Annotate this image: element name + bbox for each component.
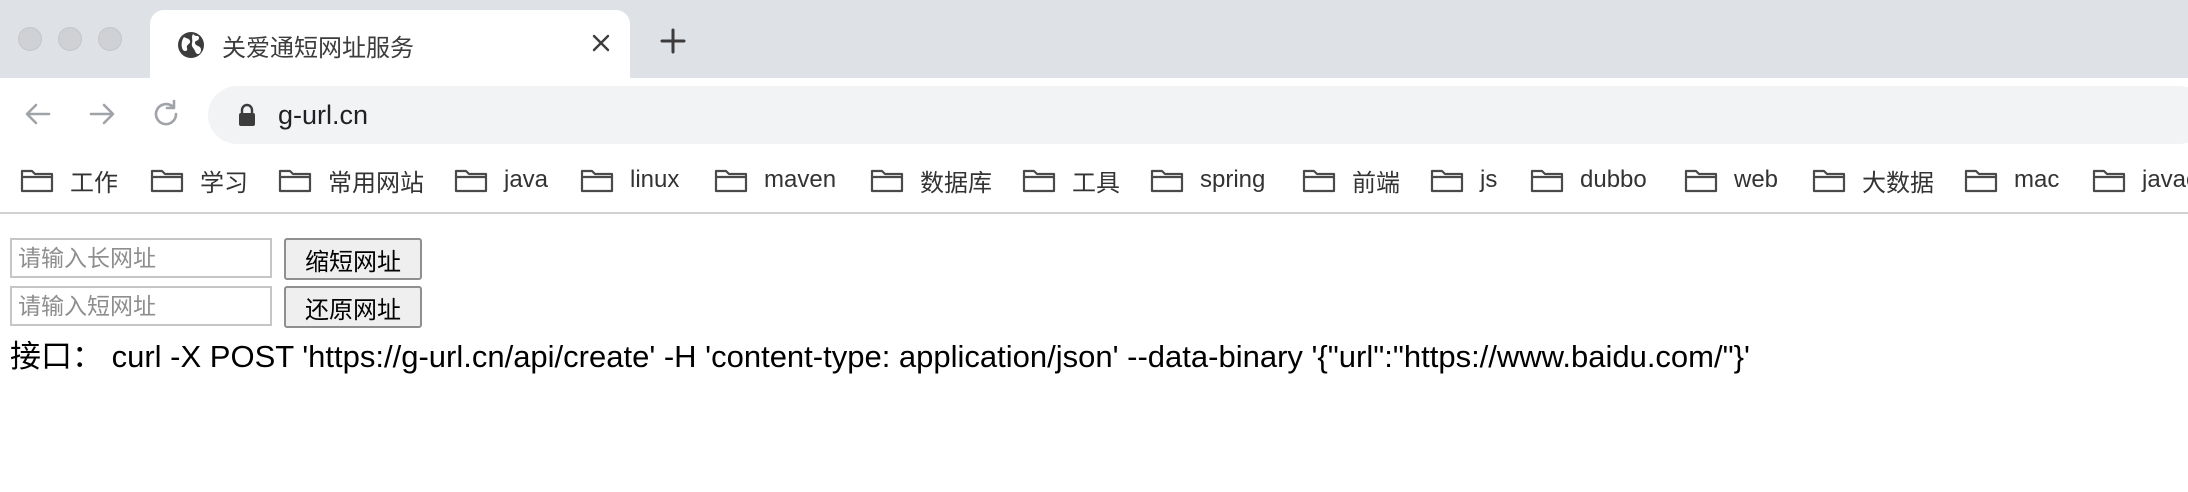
forward-button[interactable] [82,94,122,134]
arrow-right-icon [89,103,115,125]
bookmark-label: web [1734,166,1779,193]
folder-icon [870,169,904,193]
bookmark-label: 常用网站 [328,169,424,197]
bookmark-label: javaee [2142,166,2188,193]
new-tab-button[interactable] [654,22,692,60]
address-bar[interactable]: g-url.cn [208,86,2188,144]
browser-titlebar: 关爱通短网址服务 [0,0,2188,78]
bookmark-folder[interactable]: javaee [2092,162,2188,198]
short-url-input[interactable] [10,286,272,326]
bookmark-folder[interactable]: 工作 [20,162,118,198]
page-content: 缩短网址 还原网址 接口： curl -X POST 'https://g-ur… [0,216,2188,492]
bookmark-label: dubbo [1580,166,1647,193]
bookmark-folder[interactable]: spring [1150,162,1265,198]
bookmark-folder[interactable]: 工具 [1022,162,1120,198]
tab-close-button[interactable] [584,26,618,60]
bookmarks-bar: 工作 学习 常用网站 java linux maven 数据库 工具 sprin… [0,150,2188,214]
arrow-left-icon [25,103,51,125]
bookmark-folder[interactable]: 大数据 [1812,162,1934,198]
bookmark-label: 大数据 [1862,169,1934,197]
browser-toolbar: g-url.cn [0,78,2188,150]
reload-icon [154,99,178,126]
browser-tab[interactable]: 关爱通短网址服务 [150,10,630,78]
folder-icon [2092,169,2126,193]
globe-icon [178,32,204,58]
close-window-button[interactable] [18,27,42,51]
bookmark-folder[interactable]: 常用网站 [278,162,424,198]
folder-icon [1022,169,1056,193]
folder-icon [1684,169,1718,193]
bookmark-label: java [504,166,549,193]
back-button[interactable] [18,94,58,134]
bookmark-folder[interactable]: maven [714,162,836,198]
bookmark-folder[interactable]: linux [580,162,679,198]
bookmark-folder[interactable]: js [1430,162,1497,198]
folder-icon [20,169,54,193]
bookmark-label: linux [630,166,680,193]
folder-icon [580,169,614,193]
folder-icon [1964,169,1998,193]
bookmark-label: js [1480,166,1498,193]
bookmark-folder[interactable]: mac [1964,162,2059,198]
long-url-input[interactable] [10,238,272,278]
bookmark-label: 工作 [70,169,118,197]
bookmark-label: 数据库 [920,169,992,197]
folder-icon [1812,169,1846,193]
folder-icon [1430,169,1464,193]
bookmark-label: 学习 [200,169,248,197]
folder-icon [150,169,184,193]
plus-icon [660,28,686,54]
folder-icon [1302,169,1336,193]
restore-button[interactable]: 还原网址 [284,286,422,328]
bookmark-folder[interactable]: 前端 [1302,162,1400,198]
minimize-window-button[interactable] [58,27,82,51]
api-usage-text: 接口： curl -X POST 'https://g-url.cn/api/c… [10,339,1750,374]
folder-icon [1530,169,1564,193]
tab-title: 关爱通短网址服务 [222,35,414,62]
bookmark-label: 前端 [1352,169,1400,197]
reload-button[interactable] [146,94,186,134]
bookmark-folder[interactable]: java [454,162,548,198]
bookmark-label: spring [1200,166,1266,193]
bookmark-folder[interactable]: 数据库 [870,162,992,198]
bookmark-label: mac [2014,166,2060,193]
folder-icon [278,169,312,193]
close-icon [592,34,610,52]
folder-icon [454,169,488,193]
folder-icon [714,169,748,193]
lock-icon [239,103,255,126]
bookmark-folder[interactable]: web [1684,162,1778,198]
shorten-button[interactable]: 缩短网址 [284,238,422,280]
bookmark-folder[interactable]: dubbo [1530,162,1647,198]
bookmark-label: maven [764,166,837,193]
bookmark-label: 工具 [1072,169,1120,197]
maximize-window-button[interactable] [98,27,122,51]
folder-icon [1150,169,1184,193]
address-url: g-url.cn [278,100,369,130]
bookmark-folder[interactable]: 学习 [150,162,248,198]
